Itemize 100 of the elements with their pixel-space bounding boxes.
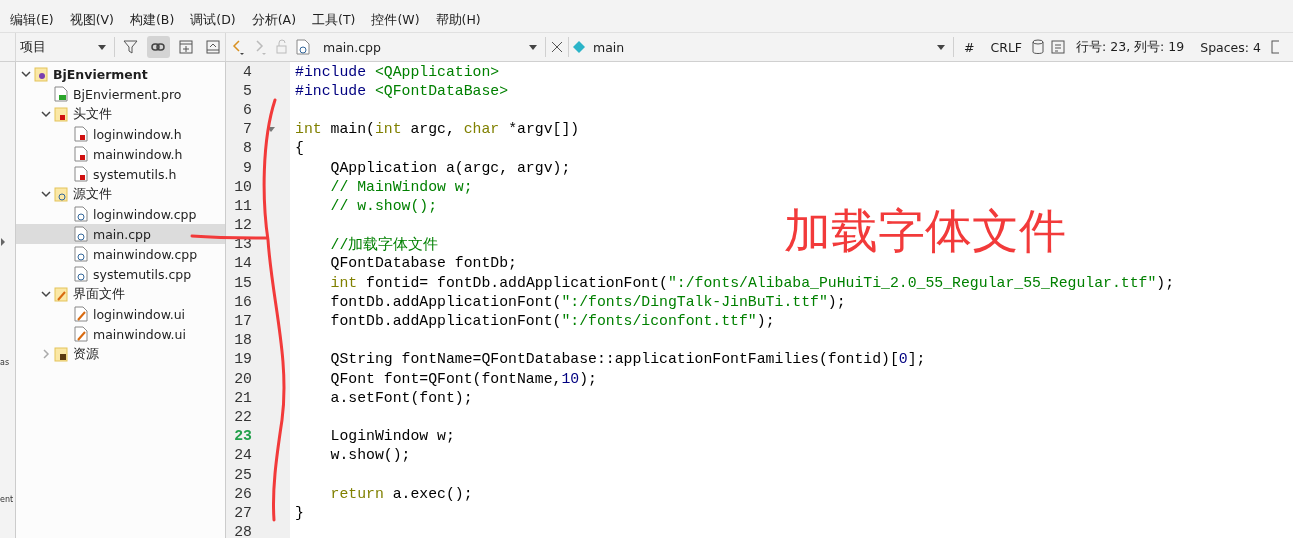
link-button[interactable] [146,36,171,58]
view-select[interactable]: 项目 [16,36,111,58]
project-icon [34,66,48,82]
caret-icon [98,44,107,50]
line-number: 24 [234,447,253,464]
code-line: int main(int argc, char *argv[]) [295,121,580,138]
project-file-icon [54,86,68,102]
tree-item[interactable]: systemutils.h [16,164,225,184]
line-number: 28 [234,524,253,538]
code-line: } [295,504,304,521]
line-number: 11 [234,197,253,214]
chevron-down-icon[interactable] [20,68,32,80]
menu-item[interactable]: 调试(D) [182,11,244,29]
annotation-text: 加载字体文件 [784,202,1066,260]
menu-item[interactable]: 控件(W) [363,11,428,29]
tree-item[interactable]: loginwindow.h [16,124,225,144]
chevron-down-icon[interactable] [40,108,52,120]
line-number: 17 [234,313,253,330]
header-file-icon [74,166,88,182]
source-file-icon [74,226,88,242]
tree-item[interactable]: 源文件 [16,184,225,204]
source-file-icon [74,246,88,262]
line-number: 21 [234,389,253,406]
line-number: 20 [234,370,253,387]
form-file-icon [74,326,88,342]
tree-item[interactable]: 资源 [16,344,225,364]
header-file-icon [74,126,88,142]
tree-item[interactable]: BjEnvierment [16,64,225,84]
close-icon[interactable] [550,40,564,54]
line-number: 19 [234,351,253,368]
chevron-down-icon[interactable] [40,188,52,200]
line-number: 18 [234,332,253,349]
line-number: 9 [243,159,253,176]
tree-item[interactable]: loginwindow.ui [16,304,225,324]
line-number: 26 [234,485,253,502]
tree-item[interactable]: systemutils.cpp [16,264,225,284]
source-file-icon [296,39,310,55]
file-select[interactable]: main.cpp [319,36,541,58]
line-number: 5 [243,82,253,99]
fold-icon[interactable] [267,126,275,132]
tree-item[interactable]: mainwindow.h [16,144,225,164]
code-line: #include <QFontDataBase> [295,82,509,99]
code-line: // MainWindow w; [329,178,473,195]
cursor-position[interactable]: 行号: 23, 列号: 19 [1070,38,1191,56]
caret-icon [529,44,537,50]
code-line: //加载字体文件 [329,235,439,254]
code-line: LoginWindow w; [329,428,455,445]
line-number: 23 [234,428,253,445]
caret-icon [937,44,945,50]
menu-item[interactable]: 编辑(E) [2,11,62,29]
menu-item[interactable]: 分析(A) [243,11,304,29]
line-number: 7 [243,121,253,138]
line-number: 27 [234,504,253,521]
tree-item[interactable]: mainwindow.cpp [16,244,225,264]
menu-item[interactable]: 视图(V) [61,11,122,29]
diamond-icon [573,41,585,53]
tree-item[interactable]: BjEnvierment.pro [16,84,225,104]
pane-label: ent [0,495,15,504]
code-line: #include <QApplication> [295,63,500,80]
folder-icon [54,286,68,302]
code-line: // w.show(); [329,197,438,214]
code-line: fontDb.addApplicationFont(":/fonts/DingTalk-JinBuTi.ttf"); [329,293,846,310]
menu-item[interactable]: 构建(B) [121,11,183,29]
code-line: QString fontName=QFontDatabase::applicationFontFamilies(fontid)[0]; [329,351,926,368]
folder-icon [54,106,68,122]
source-file-icon [74,266,88,282]
pane-label: as [0,358,11,367]
tree-item[interactable]: loginwindow.cpp [16,204,225,224]
folder-icon [54,186,68,202]
menu-item[interactable]: 工具(T) [304,11,364,29]
tree-item[interactable]: mainwindow.ui [16,324,225,344]
filter-icon[interactable] [122,39,139,55]
tree-item[interactable]: 界面文件 [16,284,225,304]
menu-item[interactable]: 帮助(H) [427,11,489,29]
code-line: QApplication a(argc, argv); [329,159,571,176]
tree-item[interactable]: main.cpp [16,224,225,244]
line-ending-label[interactable]: CRLF [984,39,1029,55]
code-line: int fontid= fontDb.addApplicationFont(":/fonts/Alibaba_PuHuiTi_2.0_55_Regular_55_Regular.ttf"); [329,274,1175,291]
line-number: 4 [243,63,253,80]
indent-label[interactable]: Spaces: 4 [1194,39,1267,55]
line-number: 12 [234,217,253,234]
database-icon[interactable] [1032,39,1047,55]
code-line: QFontDatabase fontDb; [329,255,517,272]
tree-item[interactable]: 头文件 [16,104,225,124]
code-line: a.setFont(font); [329,389,473,406]
link-icon [151,42,166,52]
source-file-icon [74,206,88,222]
split-icon[interactable] [178,40,193,54]
symbol-select[interactable]: main [589,36,949,58]
line-number: 8 [243,140,253,157]
hash-label[interactable]: # [958,39,981,55]
chevron-down-icon[interactable] [40,288,52,300]
collapse-icon[interactable] [206,40,221,54]
expand-arrow-icon[interactable] [0,238,6,246]
form-file-icon [74,306,88,322]
folder-icon [54,346,68,362]
line-number: 14 [234,255,253,272]
line-number: 22 [234,408,253,425]
line-number: 10 [234,178,253,195]
line-number: 6 [243,101,253,118]
